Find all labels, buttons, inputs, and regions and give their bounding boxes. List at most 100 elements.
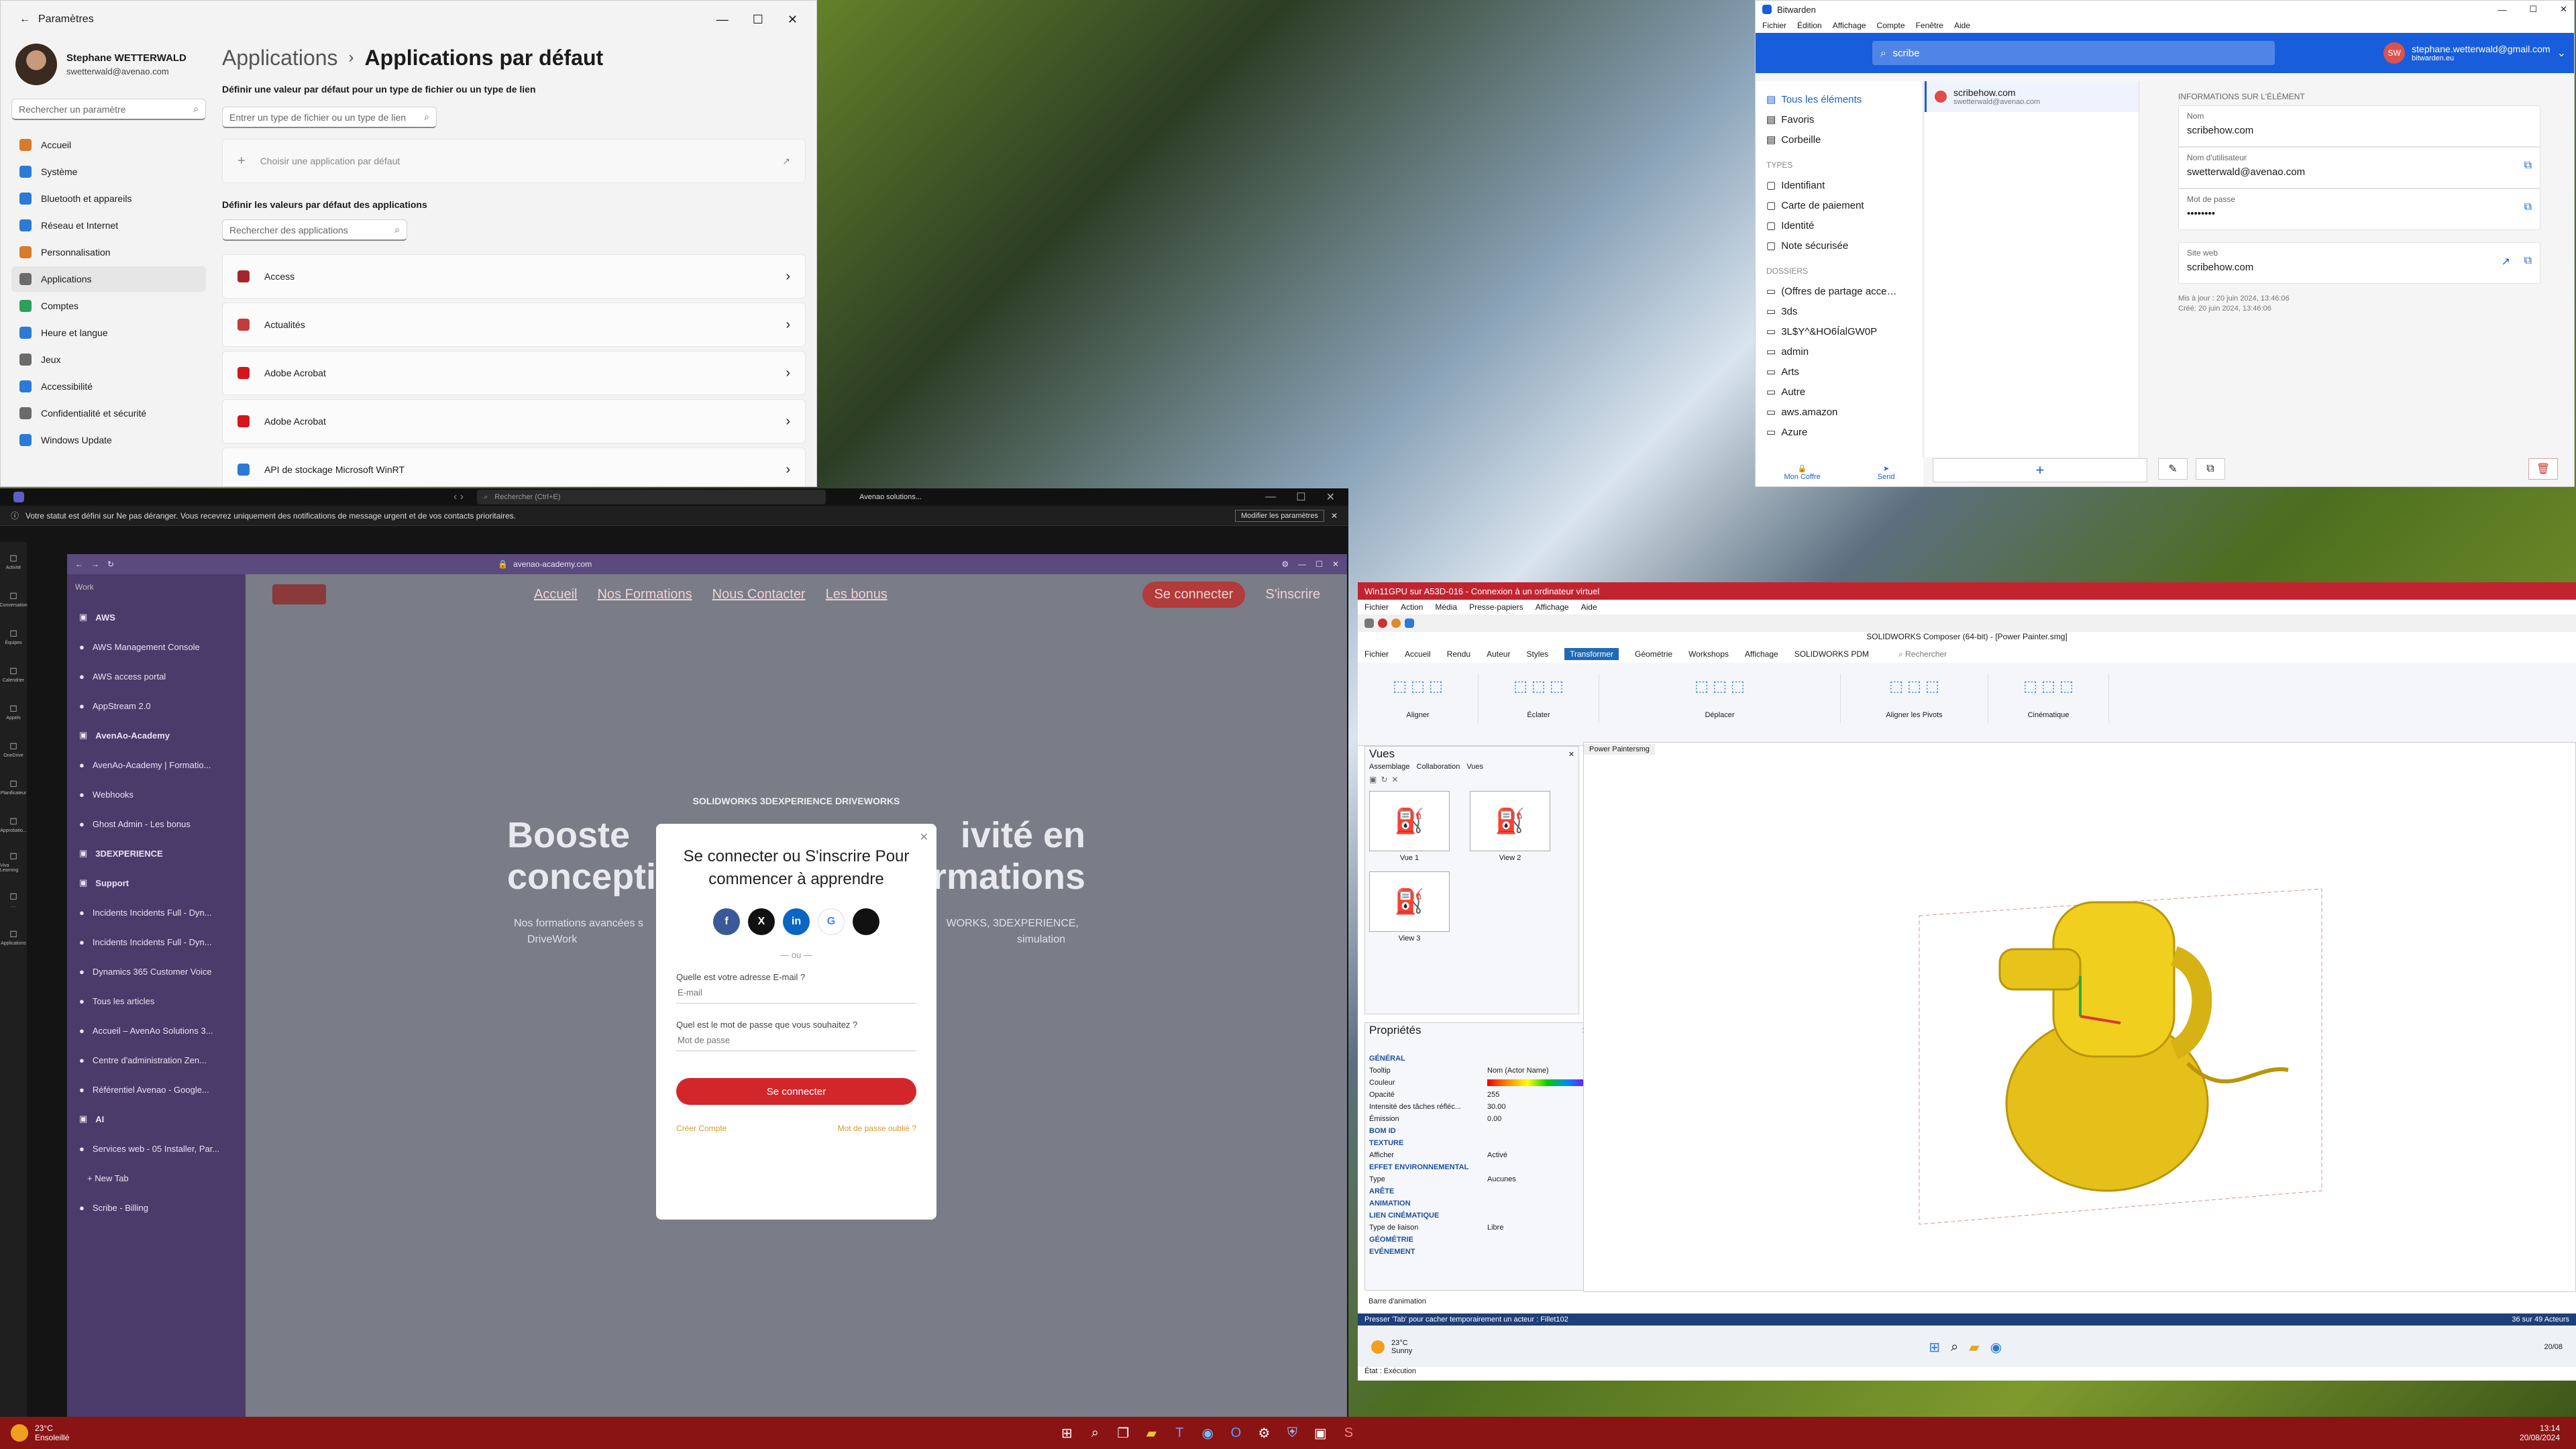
reload-icon[interactable]: ↻ [107, 559, 114, 569]
menu-item[interactable]: Affichage [1536, 602, 1569, 612]
property-row[interactable]: Afficher Activé [1365, 1149, 1592, 1161]
ribbon-tab[interactable]: Fichier [1364, 649, 1389, 659]
property-row[interactable]: Type Aucunes [1365, 1173, 1592, 1185]
tab-item[interactable]: ● Dynamics 365 Customer Voice [75, 957, 237, 986]
ribbon-tool-icons[interactable]: ⬚ ⬚ ⬚ [1485, 678, 1592, 711]
minimize-icon[interactable]: — [716, 13, 729, 27]
ribbon-tool-icons[interactable]: ⬚ ⬚ ⬚ [1364, 678, 1471, 711]
facebook-icon[interactable]: f [713, 908, 740, 935]
tab-item[interactable]: ● Incidents Incidents Full - Dyn... [75, 927, 237, 957]
login-submit-button[interactable]: Se connecter [676, 1078, 916, 1105]
tab-item[interactable]: ● Tous les articles [75, 986, 237, 1016]
rail-item[interactable]: ◻ Conversation [0, 580, 28, 617]
ribbon-tool-icons[interactable]: ⬚ ⬚ ⬚ [1606, 678, 1833, 711]
sidebar-item[interactable]: ▢ Note sécurisée [1766, 235, 1912, 256]
tab-send[interactable]: ➤ Send [1878, 464, 1895, 481]
tab-item[interactable]: ● AvenAo-Academy | Formatio... [75, 750, 237, 780]
tab-item[interactable]: ● Webhooks [75, 780, 237, 809]
rail-item[interactable]: ◻ OneDrive [0, 730, 27, 767]
apple-icon[interactable] [853, 908, 879, 935]
sidebar-item[interactable]: Personnalisation [11, 239, 206, 265]
tab-item[interactable]: ● AWS access portal [75, 661, 237, 691]
ribbon-tab[interactable]: Auteur [1487, 649, 1510, 659]
sidebar-item[interactable]: ▢ Identifiant [1766, 175, 1912, 195]
solidworks-icon[interactable]: S [1337, 1421, 1360, 1444]
rail-item[interactable]: ◻ Équipes [0, 617, 27, 655]
linkedin-icon[interactable]: in [783, 908, 810, 935]
list-item[interactable]: API de stockage Microsoft WinRT › [222, 447, 806, 486]
sidebar-item[interactable]: ▭ admin [1766, 341, 1912, 362]
property-row[interactable]: ANIMATION [1365, 1197, 1592, 1210]
close-icon[interactable]: ✕ [1331, 511, 1338, 521]
minimize-icon[interactable]: — [2498, 5, 2506, 15]
update-icon[interactable]: ↻ [1381, 775, 1387, 784]
menu-item[interactable]: Média [1435, 602, 1457, 612]
close-icon[interactable]: ✕ [2560, 4, 2567, 15]
ribbon-tab[interactable]: Rendu [1447, 649, 1470, 659]
site-nav-link[interactable]: Nos Formations [597, 587, 692, 602]
back-arrow-icon[interactable]: ‹ › [453, 491, 464, 503]
list-item[interactable]: Access › [222, 254, 806, 299]
user-profile[interactable]: Stephane WETTERWALD swetterwald@avenao.c… [15, 44, 202, 85]
sidebar-item[interactable]: ▭ (Offres de partage acce… [1766, 281, 1912, 301]
property-row[interactable]: GÉNÉRAL [1365, 1053, 1592, 1065]
tab-item[interactable]: ● Incidents Incidents Full - Dyn... [75, 898, 237, 927]
ribbon-search[interactable]: ⌕ Rechercher [1898, 649, 1947, 659]
menu-item[interactable]: Compte [1877, 21, 1905, 30]
rdp-record-icon[interactable] [1378, 619, 1387, 628]
sidebar-item[interactable]: ▭ 3L$Y^&HO6ÍalGW0P [1766, 321, 1912, 341]
sidebar-item[interactable]: Windows Update [11, 427, 206, 453]
copy-icon[interactable]: ⧉ [2524, 201, 2532, 213]
maximize-icon[interactable]: ☐ [2529, 4, 2537, 15]
back-arrow-icon[interactable]: ← [75, 559, 83, 569]
delete-icon[interactable]: 🗑 [2528, 458, 2558, 480]
rail-item[interactable]: ◻ Viva Learning [0, 843, 27, 880]
file-explorer-icon[interactable]: ▰ [1140, 1421, 1163, 1444]
file-explorer-icon[interactable]: ▰ [1969, 1339, 1979, 1356]
sidebar-item[interactable]: Accueil [11, 132, 206, 158]
close-icon[interactable]: ✕ [1568, 750, 1574, 759]
menu-item[interactable]: Édition [1797, 21, 1822, 30]
app-search-input[interactable]: Rechercher des applications ⌕ [222, 219, 407, 241]
sidebar-item[interactable]: ▤ Favoris [1766, 109, 1912, 129]
workspace-label[interactable]: Work [75, 582, 237, 602]
ribbon-tab[interactable]: Affichage [1745, 649, 1778, 659]
sidebar-item[interactable]: ▤ Tous les éléments [1766, 89, 1912, 109]
tab-item[interactable]: ● AWS Management Console [75, 632, 237, 661]
browser-icon[interactable]: ◉ [1196, 1421, 1219, 1444]
task-view-icon[interactable]: ❐ [1112, 1421, 1134, 1444]
menu-item[interactable]: Fichier [1364, 602, 1389, 612]
tab-item[interactable]: ● Services web - 05 Installer, Par... [75, 1134, 237, 1163]
close-icon[interactable]: ✕ [788, 13, 798, 27]
paint-sprayer-model[interactable] [1584, 755, 2576, 1291]
site-signup-button[interactable]: S'inscrire [1265, 587, 1320, 602]
3d-viewport[interactable]: Power Paintersmg [1583, 742, 2576, 1292]
sidebar-item[interactable]: Applications [11, 266, 206, 292]
vault-search-input[interactable]: ⌕ scribe [1872, 41, 2275, 65]
copy-icon[interactable]: ⧉ [2524, 255, 2532, 267]
remote-desktop-icon[interactable]: ▣ [1309, 1421, 1332, 1444]
settings-search-input[interactable]: Rechercher un paramètre ⌕ [11, 99, 206, 120]
view-thumbnail[interactable]: ⛽ View 2 [1470, 791, 1550, 862]
property-row[interactable]: EFFET ENVIRONNEMENTAL [1365, 1161, 1592, 1173]
tab-folder[interactable]: ▣ AI [75, 1104, 237, 1134]
email-field[interactable] [676, 982, 916, 1004]
rail-item[interactable]: ◻ Applications [0, 918, 27, 955]
view-thumbnail[interactable]: ⛽ Vue 1 [1369, 791, 1450, 862]
sidebar-item[interactable]: Comptes [11, 293, 206, 319]
sidebar-item[interactable]: Système [11, 159, 206, 184]
panel-tab[interactable]: Assemblage [1369, 763, 1410, 771]
launch-icon[interactable]: ↗ [2502, 255, 2510, 268]
minimize-icon[interactable]: — [1265, 491, 1276, 503]
windows-start-icon[interactable]: ⊞ [1929, 1339, 1940, 1356]
address-bar[interactable]: 🔒 avenao-academy.com [498, 559, 592, 569]
menu-item[interactable]: Affichage [1833, 21, 1866, 30]
choose-default-row[interactable]: + Choisir une application par défaut ↗ [222, 139, 806, 183]
camera-icon[interactable]: ▣ [1369, 775, 1377, 784]
sidebar-item[interactable]: Réseau et Internet [11, 213, 206, 238]
sidebar-item[interactable]: Heure et langue [11, 320, 206, 345]
sidebar-item[interactable]: ▭ Autre [1766, 382, 1912, 402]
copy-icon[interactable]: ⧉ [2524, 160, 2532, 172]
teams-search-input[interactable]: ⌕ Rechercher (Ctrl+E) [477, 490, 826, 504]
forgot-password-link[interactable]: Mot de passe oublié ? [838, 1124, 916, 1133]
